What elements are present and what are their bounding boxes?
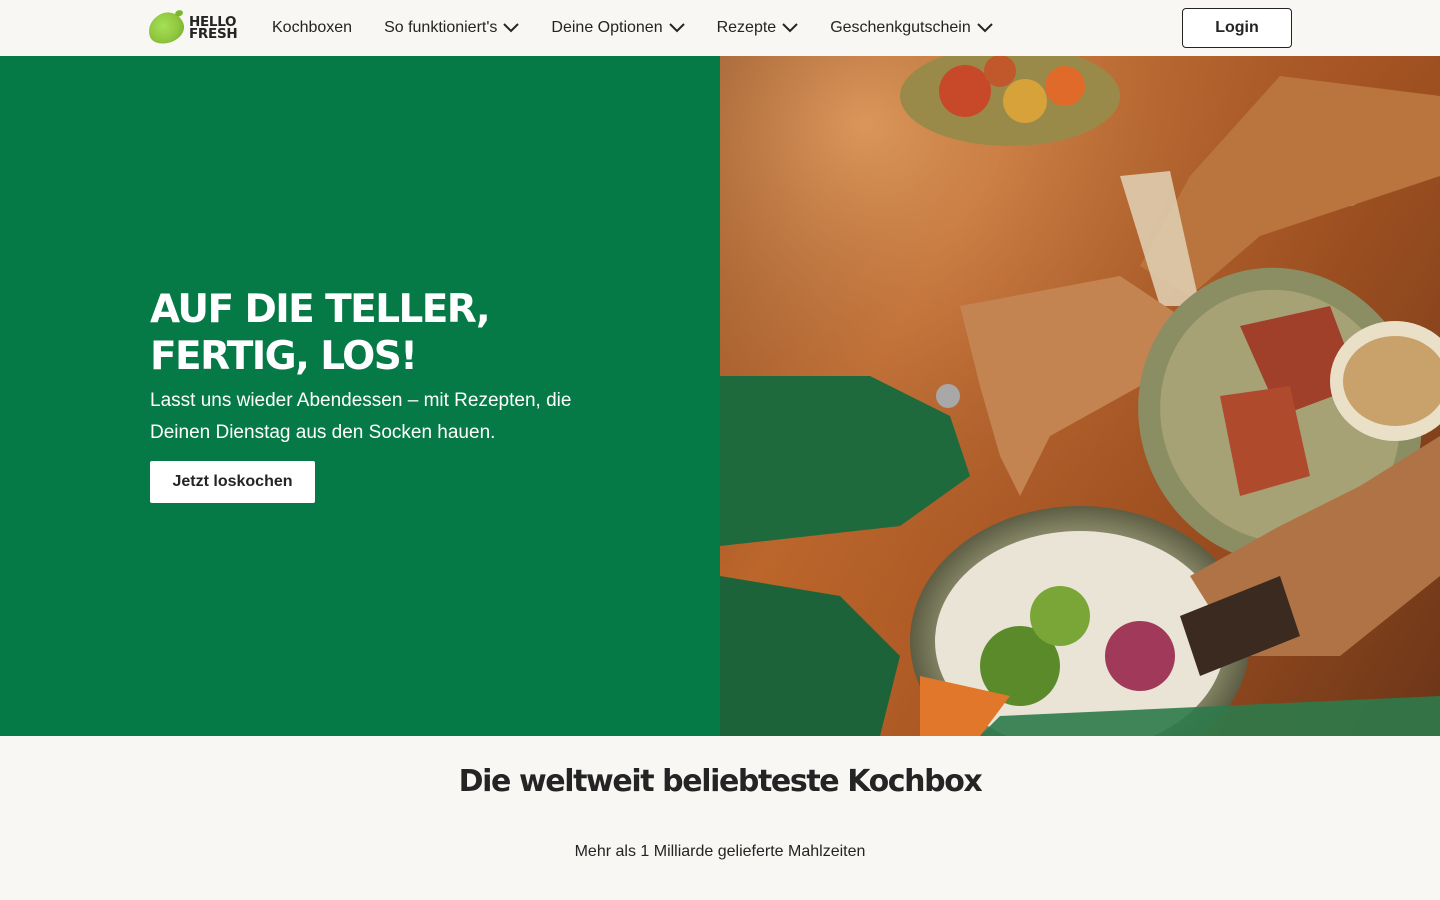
start-cooking-button[interactable]: Jetzt loskochen — [150, 461, 315, 503]
chevron-down-icon — [503, 22, 520, 34]
main-nav: Kochboxen So funktioniert's Deine Option… — [272, 0, 1025, 56]
hero-food-image — [720, 56, 1440, 736]
login-button[interactable]: Login — [1182, 8, 1292, 48]
lime-icon — [144, 8, 188, 48]
section-title: Die weltweit beliebteste Kochbox — [458, 764, 983, 799]
chevron-down-icon — [977, 22, 993, 34]
food-photo-illustration — [720, 56, 1440, 736]
nav-item-so-funktionierts[interactable]: So funktioniert's — [384, 0, 520, 56]
hellofresh-logo[interactable]: HELLO FRESH — [144, 8, 242, 48]
section-subtitle: Mehr als 1 Milliarde gelieferte Mahlzeit… — [574, 843, 866, 860]
nav-item-label: Geschenkgutschein — [830, 19, 971, 36]
hero-panel: Auf die Teller, fertig, los! Lasst uns w… — [0, 56, 720, 736]
chevron-down-icon — [668, 22, 685, 34]
nav-item-label: Rezepte — [716, 19, 777, 36]
chevron-down-icon — [782, 22, 798, 34]
nav-item-geschenkgutschein[interactable]: Geschenkgutschein — [830, 0, 993, 56]
hero-title: Auf die Teller, fertig, los! — [150, 287, 491, 379]
nav-item-deine-optionen[interactable]: Deine Optionen — [551, 0, 685, 56]
nav-item-kochboxen[interactable]: Kochboxen — [272, 0, 352, 56]
nav-item-rezepte[interactable]: Rezepte — [717, 0, 799, 56]
nav-item-label: Deine Optionen — [551, 19, 663, 36]
logo-wordmark: HELLO FRESH — [189, 14, 238, 42]
nav-item-label: So funktioniert's — [384, 19, 498, 36]
hero-subtitle: Lasst uns wieder Abendessen – mit Rezept… — [150, 390, 572, 443]
site-header: HELLO FRESH Kochboxen So funktioniert's … — [0, 0, 1440, 56]
nav-item-label: Kochboxen — [272, 19, 353, 36]
